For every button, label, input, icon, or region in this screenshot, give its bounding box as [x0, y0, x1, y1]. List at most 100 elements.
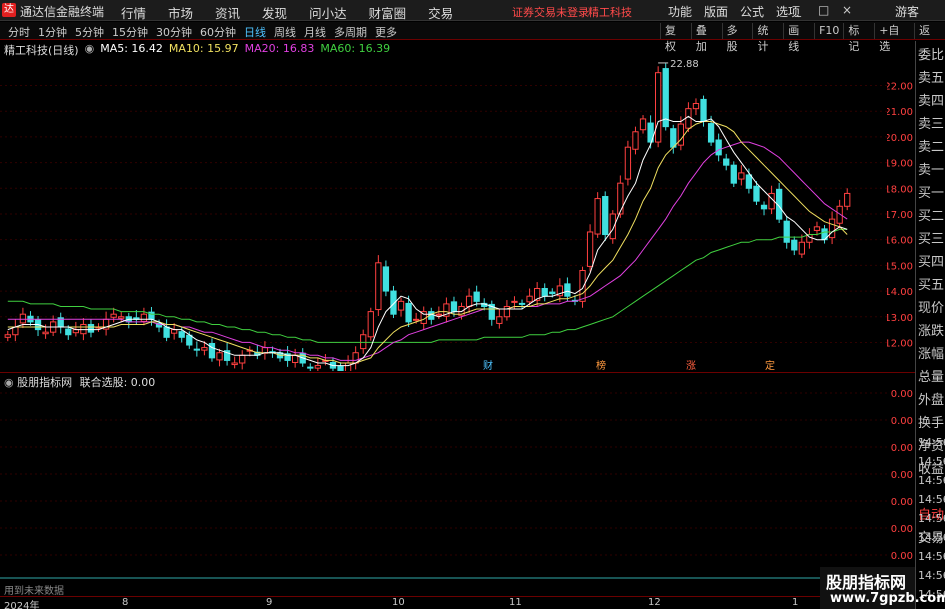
candle-body	[65, 328, 72, 336]
tool-button-3[interactable]: 统计	[752, 23, 783, 53]
candle-body	[844, 192, 851, 207]
date-tick-0: 2024年	[4, 601, 40, 609]
candle-body	[171, 329, 178, 334]
tool-button-7[interactable]: +自选	[874, 23, 914, 53]
menu-item-market[interactable]: 市场	[157, 3, 204, 22]
candle-body	[511, 300, 518, 303]
tool-button-2[interactable]: 多股	[721, 23, 753, 53]
future-data-warning: 用到未来数据	[4, 586, 64, 597]
ma10-line	[7, 121, 848, 364]
candle-body	[4, 334, 11, 338]
maximize-button[interactable]: □	[818, 3, 829, 17]
candle-body	[707, 123, 715, 143]
menu-item-discover[interactable]: 发现	[251, 3, 298, 22]
login-notice[interactable]: 证券交易未登录	[512, 4, 589, 20]
candle-body	[382, 266, 390, 292]
date-tick-3: 10	[392, 597, 405, 608]
period-tab-2[interactable]: 5分钟	[71, 24, 108, 40]
menu-item-quotes[interactable]: 行情	[110, 3, 157, 22]
ma60-label: MA60: 16.39	[320, 42, 391, 55]
stock-name-label: 精工科技(日线)	[4, 44, 79, 57]
candle-body	[639, 118, 647, 131]
time-tick-0: 14:56	[918, 436, 945, 449]
candle-body	[579, 270, 586, 302]
indicator-tick-0: 0.00	[891, 389, 913, 400]
candle-body	[80, 323, 87, 335]
event-marker-3: 定	[765, 359, 775, 371]
quote-field-0: 委比	[918, 48, 945, 63]
candle-body	[360, 334, 367, 350]
candle-body	[42, 331, 49, 335]
main-menu: 行情 市场 资讯 发现 问小达 财富圈 交易	[110, 3, 464, 22]
quote-field-4: 卖二	[918, 140, 945, 155]
price-tick-10: 22.00	[887, 82, 913, 93]
watermark: 股朋指标网 www.7gpzb.com	[820, 567, 945, 609]
indicator-panel[interactable]	[0, 372, 887, 596]
candle-body	[216, 352, 223, 361]
quote-field-12: 涨跌	[918, 324, 945, 339]
time-tick-5: 14:56	[918, 531, 945, 544]
period-tab-10[interactable]: 更多	[371, 24, 401, 40]
candlestick-svg[interactable]: 22.8810.37财榜涨定	[0, 41, 887, 385]
candle-body	[413, 318, 420, 321]
quote-field-11: 现价	[918, 301, 945, 316]
tool-button-8[interactable]: 返回	[914, 23, 945, 53]
menu-item-wealth[interactable]: 财富圈	[358, 3, 418, 22]
candle-body	[178, 331, 185, 338]
menu-item-news[interactable]: 资讯	[204, 3, 251, 22]
period-tab-4[interactable]: 30分钟	[152, 24, 196, 40]
candle-body	[337, 365, 344, 372]
settings-icon[interactable]: ◉	[4, 376, 14, 389]
menu-item-trade[interactable]: 交易	[417, 3, 464, 22]
candle-body	[163, 326, 170, 338]
menu-item-function[interactable]: 功能	[662, 3, 698, 20]
guest-label[interactable]: 游客	[895, 3, 919, 20]
right-menu: 功能 版面 公式 选项	[662, 3, 806, 20]
period-tab-9[interactable]: 多周期	[330, 24, 371, 40]
candle-body	[738, 172, 745, 180]
price-tick-3: 15.00	[887, 261, 913, 272]
price-tick-0: 12.00	[887, 338, 913, 349]
date-tick-6: 1	[792, 597, 799, 608]
period-tab-0[interactable]: 分时	[4, 24, 34, 40]
indicator-tick-3: 0.00	[891, 470, 913, 481]
price-axis: 12.00 13.00 14.00 15.00 16.00 17.00 18.00 19.00…	[884, 41, 915, 375]
tool-button-6[interactable]: 标记	[843, 23, 874, 53]
quote-field-10: 买五	[918, 278, 945, 293]
time-tick-6: 14:56	[918, 550, 945, 563]
period-tab-6[interactable]: 日线	[240, 24, 270, 40]
period-bar: 分时 1分钟 5分钟 15分钟 30分钟 60分钟 日线 周线 月线 多周期 更多 复权 叠加 多股 统计…	[0, 22, 945, 53]
period-tab-1[interactable]: 1分钟	[34, 24, 71, 40]
menu-item-formula[interactable]: 公式	[734, 3, 770, 20]
menu-item-ask[interactable]: 问小达	[298, 3, 358, 22]
tool-button-5[interactable]: F10	[814, 23, 843, 39]
quote-panel: 委比 卖五 卖四 卖三 卖二 卖一 买一 买二 买三 买四 买五 现价 涨跌 涨幅 总量 外盘 换手 净资 收益 自动…	[915, 41, 945, 609]
menu-item-layout[interactable]: 版面	[698, 3, 734, 20]
max-price-label: 22.88	[670, 59, 699, 70]
price-tick-5: 17.00	[887, 210, 913, 221]
candle-body	[730, 164, 737, 184]
menu-bar: 达 通达信金融终端 行情 市场 资讯 发现 问小达 财富圈 交易 证券交易未登录…	[0, 0, 945, 21]
candle-body	[110, 313, 117, 318]
tool-button-4[interactable]: 画线	[783, 23, 814, 53]
candle-body	[594, 198, 601, 235]
event-marker-0: 财	[483, 359, 493, 371]
price-chart[interactable]: 22.8810.37财榜涨定	[0, 41, 887, 385]
tool-button-1[interactable]: 叠加	[690, 23, 722, 53]
period-tab-7[interactable]: 周线	[270, 24, 300, 40]
period-tab-3[interactable]: 15分钟	[108, 24, 152, 40]
minimize-button[interactable]: _	[795, 3, 801, 17]
tool-button-0[interactable]: 复权	[660, 23, 691, 53]
candle-body	[208, 342, 216, 359]
candle-body	[518, 302, 526, 305]
price-tick-4: 16.00	[887, 236, 913, 247]
candle-body	[783, 220, 790, 243]
period-tab-8[interactable]: 月线	[300, 24, 330, 40]
period-tab-5[interactable]: 60分钟	[196, 24, 240, 40]
time-tick-4: 14:56	[918, 512, 945, 525]
candle-body	[435, 313, 442, 316]
quote-field-5: 卖一	[918, 163, 945, 178]
close-button[interactable]: ×	[842, 3, 852, 17]
candle-body	[541, 287, 548, 297]
settings-icon[interactable]: ◉	[85, 42, 95, 58]
